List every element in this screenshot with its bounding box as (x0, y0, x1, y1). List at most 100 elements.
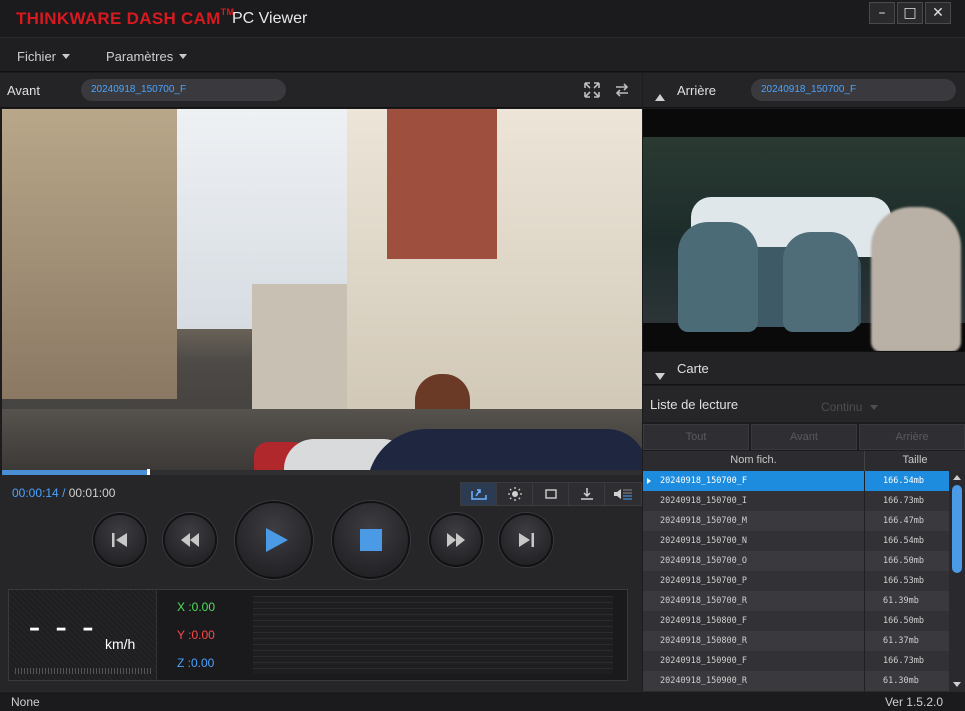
version-label: Ver 1.5.2.0 (884, 695, 943, 709)
stop-button[interactable] (332, 501, 410, 579)
selected-marker-icon (647, 478, 651, 484)
scroll-up-icon[interactable] (953, 475, 961, 480)
volume-button[interactable] (605, 483, 641, 505)
rear-filename: 20240918_150700_F (751, 79, 956, 101)
filename-text: 20240918_150700_N (660, 536, 747, 546)
fast-forward-button[interactable] (429, 513, 483, 567)
rewind-button[interactable] (163, 513, 217, 567)
collapse-up-icon[interactable] (655, 86, 665, 105)
filename-cell: 20240918_150700_R (643, 591, 865, 611)
close-button[interactable]: ✕ (925, 2, 951, 24)
table-row[interactable]: 20240918_150700_P 166.53mb (643, 571, 949, 591)
download-icon (580, 488, 593, 500)
filter-all-button[interactable]: Tout (643, 424, 749, 450)
table-row[interactable]: 20240918_150700_M 166.47mb (643, 511, 949, 531)
filename-cell: 20240918_150700_F (643, 471, 865, 491)
table-row[interactable]: 20240918_150800_R 61.37mb (643, 631, 949, 651)
filename-text: 20240918_150700_O (660, 556, 747, 566)
previous-file-button[interactable] (93, 513, 147, 567)
filename-text: 20240918_150700_I (660, 496, 747, 506)
filter-rear-button[interactable]: Arrière (859, 424, 965, 450)
filename-cell: 20240918_150900_F (643, 651, 865, 671)
g-sensor-graph (253, 596, 613, 674)
status-bar: None Ver 1.5.2.0 (0, 691, 965, 711)
next-file-button[interactable] (499, 513, 553, 567)
table-row[interactable]: 20240918_150800_F 166.50mb (643, 611, 949, 631)
speed-value: – – – (29, 616, 98, 641)
table-row[interactable]: 20240918_150700_O 166.50mb (643, 551, 949, 571)
chevron-down-icon (62, 54, 71, 59)
g-sensor-y: Y :0.00 (177, 628, 215, 642)
filter-front-button[interactable]: Avant (751, 424, 857, 450)
stop-icon (360, 529, 382, 551)
maximize-button[interactable]: □ (897, 2, 923, 24)
front-video-view[interactable] (2, 109, 642, 470)
swap-view-icon[interactable] (613, 81, 631, 99)
filename-cell: 20240918_150700_N (643, 531, 865, 551)
filesize-cell: 166.73mb (883, 656, 924, 666)
menu-file-label: Fichier (17, 49, 57, 64)
filesize-cell: 166.54mb (883, 536, 924, 546)
scrollbar-thumb[interactable] (952, 485, 962, 573)
speed-scale (15, 668, 151, 674)
map-panel-header[interactable]: Carte (643, 351, 965, 385)
window-controls: – □ ✕ (869, 2, 951, 24)
menu-file[interactable]: Fichier (17, 49, 71, 64)
screen-ratio-button[interactable] (533, 483, 569, 505)
filesize-cell: 166.54mb (883, 476, 924, 486)
table-row[interactable]: 20240918_150700_F 166.54mb (643, 471, 949, 491)
expand-down-icon[interactable] (655, 365, 665, 384)
rear-video-view[interactable] (643, 109, 965, 351)
g-sensor-x: X :0.00 (177, 600, 216, 614)
filename-cell: 20240918_150700_P (643, 571, 865, 591)
column-size[interactable]: Taille (865, 451, 965, 471)
playlist-title: Liste de lecture (650, 397, 739, 412)
save-button[interactable] (569, 483, 605, 505)
playlist-scrollbar[interactable] (949, 471, 965, 691)
current-time: 00:00:14 (12, 486, 59, 500)
filename-cell: 20240918_150700_I (643, 491, 865, 511)
speaker-icon (614, 489, 632, 500)
fullscreen-icon[interactable] (583, 81, 601, 99)
export-button[interactable] (461, 483, 497, 505)
map-label: Carte (677, 361, 709, 376)
menu-settings-label: Paramètres (106, 49, 174, 64)
table-row[interactable]: 20240918_150700_I 166.73mb (643, 491, 949, 511)
menu-settings[interactable]: Paramètres (106, 49, 188, 64)
table-row[interactable]: 20240918_150700_R 61.39mb (643, 591, 949, 611)
rear-camera-header[interactable]: Arrière 20240918_150700_F (643, 73, 965, 108)
sensor-panel: – – – km/h X :0.00 Y :0.00 Z :0.00 (8, 589, 628, 681)
table-row[interactable]: 20240918_150900_R 61.30mb (643, 671, 949, 691)
brightness-button[interactable] (497, 483, 533, 505)
play-icon (265, 528, 288, 552)
filename-text: 20240918_150700_M (660, 516, 747, 526)
app-title: PC Viewer (232, 10, 308, 27)
filename-cell: 20240918_150700_O (643, 551, 865, 571)
filesize-cell: 61.30mb (883, 676, 919, 686)
title-bar: THINKWARE DASH CAMTM PC Viewer – □ ✕ (0, 0, 965, 38)
filename-cell: 20240918_150900_R (643, 671, 865, 691)
brightness-icon (507, 487, 522, 501)
playback-mode-select[interactable]: Continu (821, 400, 879, 414)
total-time: 00:01:00 (68, 486, 116, 500)
speed-unit: km/h (105, 636, 136, 652)
filesize-cell: 61.39mb (883, 596, 919, 606)
playback-controls: 00:00:14 / 00:01:00 – – – km/h X:0.00 Y… (0, 475, 642, 691)
table-row[interactable]: 20240918_150900_F 166.73mb (643, 651, 949, 671)
playlist-table-header: Nom fich. Taille (643, 451, 965, 471)
filename-cell: 20240918_150700_M (643, 511, 865, 531)
minimize-button[interactable]: – (869, 2, 895, 24)
rear-camera-label: Arrière (677, 83, 717, 98)
export-icon (470, 489, 487, 500)
filename-cell: 20240918_150800_R (643, 631, 865, 651)
column-filename[interactable]: Nom fich. (643, 451, 865, 471)
playlist-table: 20240918_150700_F 166.54mb 20240918_150700… (643, 471, 949, 691)
scroll-down-icon[interactable] (953, 682, 961, 687)
status-text: None (11, 695, 40, 709)
play-button[interactable] (235, 501, 313, 579)
filesize-cell: 166.50mb (883, 556, 924, 566)
table-row[interactable]: 20240918_150700_N 166.54mb (643, 531, 949, 551)
filename-text: 20240918_150700_R (660, 596, 747, 606)
filesize-cell: 166.73mb (883, 496, 924, 506)
filesize-cell: 166.47mb (883, 516, 924, 526)
